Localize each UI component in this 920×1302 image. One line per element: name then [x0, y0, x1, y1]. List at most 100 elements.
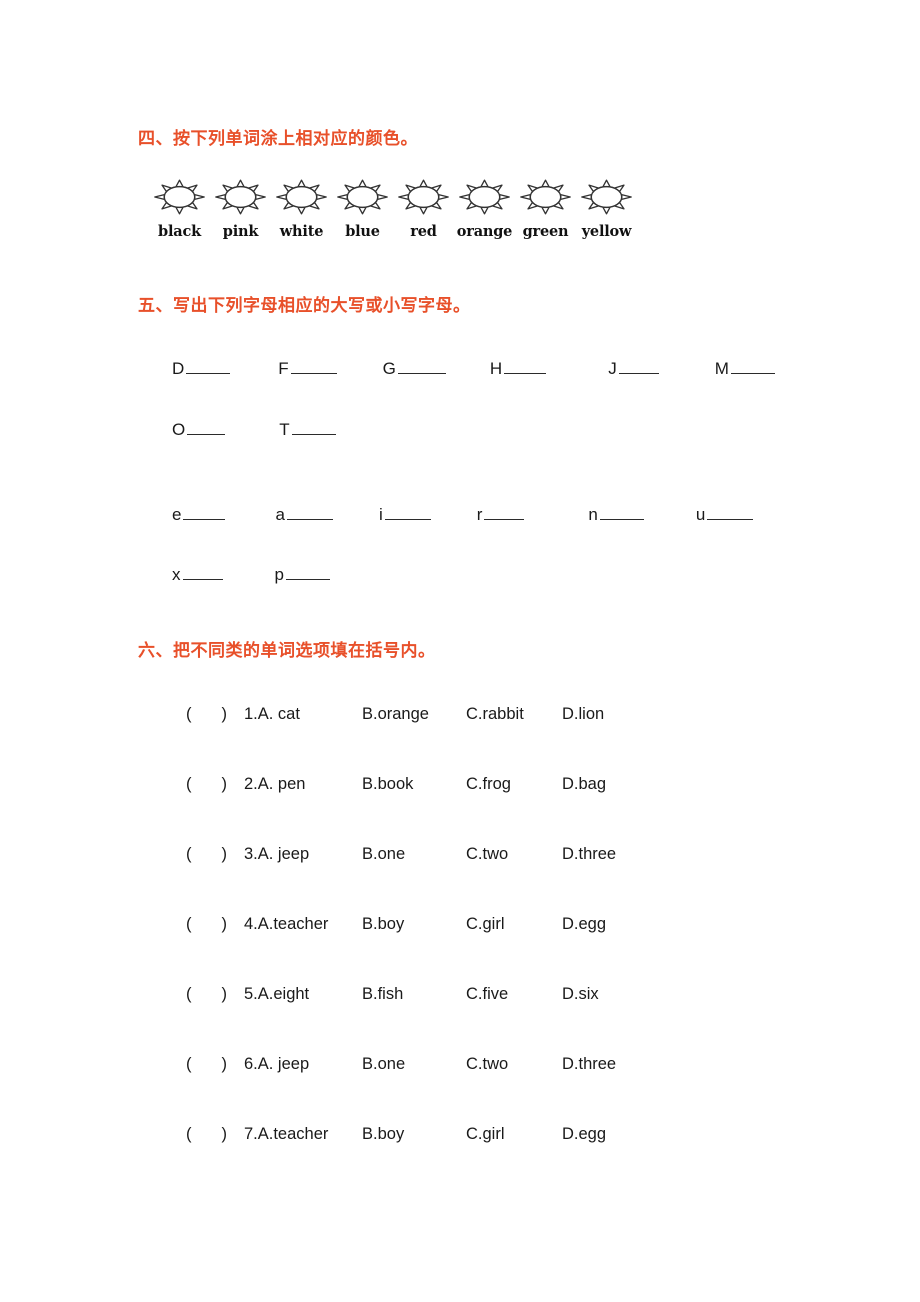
answer-blank[interactable] [187, 421, 226, 435]
color-word-item: pink [209, 172, 272, 240]
color-word-item: black [148, 172, 211, 240]
sun-outline-icon [148, 172, 211, 222]
answer-bracket[interactable]: () [186, 915, 244, 934]
question-option[interactable]: C.girl [466, 1125, 562, 1144]
color-word-label: red [410, 223, 437, 240]
bracket-close: ) [221, 915, 228, 933]
question-option[interactable]: B.book [362, 775, 466, 794]
bracket-open: ( [186, 915, 192, 933]
question-option[interactable]: B.one [362, 1055, 466, 1074]
letter-exercise-row: xp [172, 566, 330, 592]
answer-blank[interactable] [291, 421, 336, 435]
letter-blank-cell: M [715, 360, 775, 377]
question-option[interactable]: C.girl [466, 915, 562, 934]
letter-prompt: G [382, 359, 396, 378]
letter-prompt: i [378, 505, 383, 524]
multiple-choice-row: () 2.A. pen B.book C.frog D.bag [186, 775, 606, 799]
bracket-close: ) [221, 845, 228, 863]
letter-blank-cell: e [172, 506, 226, 523]
answer-blank[interactable] [290, 360, 337, 374]
question-stem-option-a[interactable]: 6.A. jeep [244, 1055, 362, 1074]
letter-blank-cell: O [172, 420, 226, 439]
question-option[interactable]: B.one [362, 845, 466, 864]
answer-blank[interactable] [285, 566, 330, 580]
question-stem-option-a[interactable]: 4.A.teacher [244, 915, 362, 934]
color-word-item: blue [331, 172, 394, 240]
question-option[interactable]: D.egg [562, 915, 606, 934]
letter-blank-cell: D [172, 359, 231, 378]
section-five-heading: 五、写出下列字母相应的大写或小写字母。 [138, 296, 471, 316]
question-stem-option-a[interactable]: 2.A. pen [244, 775, 362, 794]
question-stem-option-a[interactable]: 7.A.teacher [244, 1125, 362, 1144]
question-option[interactable]: C.frog [466, 775, 562, 794]
letter-prompt: O [172, 420, 186, 439]
question-option[interactable]: B.fish [362, 985, 466, 1004]
answer-bracket[interactable]: () [186, 985, 244, 1004]
question-option[interactable]: D.three [562, 1055, 616, 1074]
question-option[interactable]: D.bag [562, 775, 606, 794]
answer-blank[interactable] [286, 506, 333, 520]
color-word-label: blue [345, 223, 380, 240]
question-option[interactable]: D.lion [562, 705, 604, 724]
sun-outline-icon [270, 172, 333, 222]
letter-prompt: F [278, 359, 289, 378]
question-option[interactable]: D.six [562, 985, 599, 1004]
bracket-open: ( [186, 985, 192, 1003]
answer-blank[interactable] [384, 506, 431, 520]
question-option[interactable]: C.five [466, 985, 562, 1004]
multiple-choice-row: () 7.A.teacher B.boy C.girl D.egg [186, 1125, 606, 1149]
color-word-item: white [270, 172, 333, 240]
answer-blank[interactable] [599, 506, 644, 520]
multiple-choice-row: () 5.A.eight B.fish C.five D.six [186, 985, 599, 1009]
letter-prompt: D [172, 359, 185, 378]
color-word-label: pink [222, 223, 259, 240]
letter-blank-cell: H [490, 360, 547, 377]
question-option[interactable]: B.orange [362, 705, 466, 724]
answer-bracket[interactable]: () [186, 705, 244, 724]
question-option[interactable]: D.egg [562, 1125, 606, 1144]
letter-exercise-row: DFGHJM [172, 360, 775, 386]
question-option[interactable]: B.boy [362, 1125, 466, 1144]
answer-blank[interactable] [484, 506, 525, 520]
question-option[interactable]: D.three [562, 845, 616, 864]
sun-outline-icon [392, 172, 455, 222]
answer-bracket[interactable]: () [186, 1055, 244, 1074]
answer-bracket[interactable]: () [186, 845, 244, 864]
bracket-close: ) [221, 775, 228, 793]
bracket-open: ( [186, 775, 192, 793]
answer-blank[interactable] [618, 360, 659, 374]
question-option[interactable]: B.boy [362, 915, 466, 934]
answer-blank[interactable] [186, 360, 231, 374]
letter-blank-cell: J [608, 360, 659, 377]
multiple-choice-row: () 4.A.teacher B.boy C.girl D.egg [186, 915, 606, 939]
letter-prompt: r [476, 505, 483, 524]
letter-exercise-row: OT [172, 421, 336, 447]
sun-outline-icon [575, 172, 638, 222]
answer-blank[interactable] [504, 360, 547, 374]
question-stem-option-a[interactable]: 5.A.eight [244, 985, 362, 1004]
letter-blank-cell: p [275, 566, 330, 583]
answer-blank[interactable] [707, 506, 754, 520]
question-stem-option-a[interactable]: 3.A. jeep [244, 845, 362, 864]
question-option[interactable]: C.rabbit [466, 705, 562, 724]
question-option[interactable]: C.two [466, 1055, 562, 1074]
bracket-close: ) [221, 705, 228, 723]
letter-exercise-row: eairnu [172, 505, 754, 532]
answer-blank[interactable] [182, 566, 223, 580]
question-option[interactable]: C.two [466, 845, 562, 864]
letter-blank-cell: r [477, 506, 525, 523]
multiple-choice-row: () 3.A. jeep B.one C.two D.three [186, 845, 616, 869]
color-word-item: yellow [575, 172, 638, 240]
answer-bracket[interactable]: () [186, 1125, 244, 1144]
color-word-label: black [158, 223, 201, 240]
multiple-choice-row: () 1.A. cat B.orange C.rabbit D.lion [186, 705, 604, 729]
answer-blank[interactable] [397, 360, 446, 374]
letter-blank-cell: n [588, 506, 644, 523]
answer-blank[interactable] [730, 360, 775, 374]
letter-blank-cell: a [275, 505, 333, 524]
question-stem-option-a[interactable]: 1.A. cat [244, 705, 362, 724]
bracket-close: ) [221, 1125, 228, 1143]
letter-prompt: a [275, 505, 285, 524]
answer-bracket[interactable]: () [186, 775, 244, 794]
answer-blank[interactable] [183, 506, 226, 520]
